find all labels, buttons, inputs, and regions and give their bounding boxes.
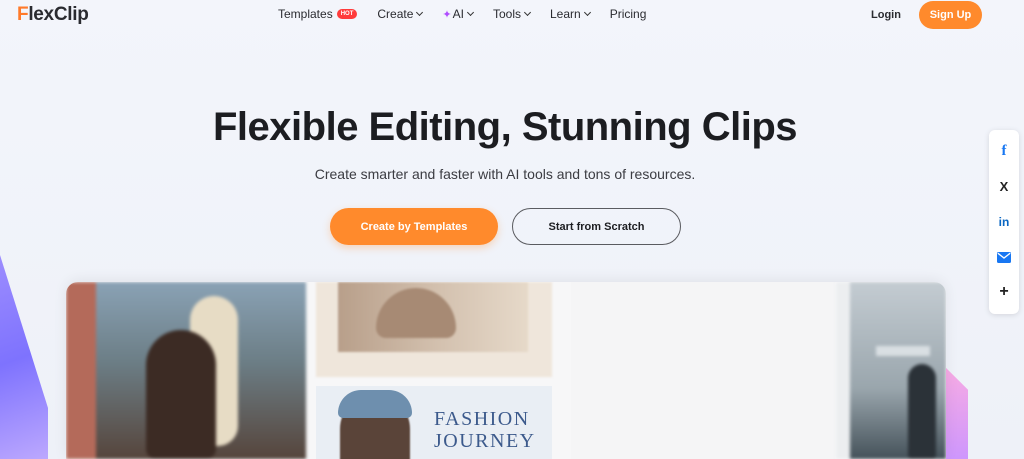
decorative-shard-left [0,255,48,459]
nav-ai[interactable]: ✦ AI [442,7,475,21]
collage-tile-street [836,282,946,459]
linkedin-icon[interactable]: in [994,212,1014,232]
social-share-bar: f X in + [989,130,1019,314]
nav-tools-label: Tools [492,7,521,21]
nav-learn[interactable]: Learn [549,7,591,21]
collage-tile-portrait [316,282,552,377]
hot-badge: HOT [336,9,358,19]
hat-shape [338,390,412,418]
signup-button[interactable]: Sign Up [919,1,982,29]
facebook-glyph: f [1001,143,1007,160]
x-icon[interactable]: X [994,177,1014,197]
logo-text: lexClip [28,4,89,25]
nav-templates[interactable]: Templates HOT [278,7,358,21]
login-link[interactable]: Login [871,9,901,21]
mail-icon[interactable] [994,247,1014,267]
tile-edge [66,282,96,459]
collage-tile-blank [571,282,835,459]
tile-edge [836,282,850,459]
collage-tile-surfer [66,282,306,459]
x-glyph: X [999,179,1009,195]
plus-icon[interactable]: + [994,282,1014,302]
linkedin-glyph: in [998,214,1010,229]
nav-create[interactable]: Create [377,7,424,21]
nav-pricing[interactable]: Pricing [610,7,647,21]
chevron-down-icon [466,8,475,17]
hero-subtitle: Create smarter and faster with AI tools … [314,166,696,182]
sparkle-icon: ✦ [442,8,452,21]
fashion-line-1: FASHION [434,408,530,430]
create-by-templates-button[interactable]: Create by Templates [330,208,498,245]
fashion-journey-text: FASHION JOURNEY [434,408,536,452]
fashion-line-2: JOURNEY [434,430,536,452]
person-shape [146,330,216,459]
facebook-icon[interactable]: f [994,142,1014,162]
template-collage-preview: FASHION JOURNEY [66,282,946,459]
nav-create-label: Create [377,7,414,21]
flexclip-logo[interactable]: FlexClip [17,4,89,26]
collage-tile-fashion: FASHION JOURNEY [316,386,552,459]
plus-glyph: + [999,283,1009,301]
chevron-down-icon [523,8,532,17]
nav-pricing-label: Pricing [609,7,647,21]
nav-tools[interactable]: Tools [492,7,532,21]
hero-title: Flexible Editing, Stunning Clips [213,105,798,149]
chevron-down-icon [416,8,424,17]
nav-learn-label: Learn [549,7,581,21]
main-nav: Templates HOT Create ✦ AI Tools Learn Pr… [278,7,666,21]
logo-mark: F [17,4,29,25]
start-from-scratch-button[interactable]: Start from Scratch [512,208,681,245]
top-header: FlexClip Templates HOT Create ✦ AI Tools… [0,0,1024,30]
chevron-down-icon [583,8,591,17]
walker-shape [908,364,936,459]
bench-shape [876,346,930,356]
nav-templates-label: Templates [278,7,333,21]
mail-glyph [997,251,1011,263]
nav-ai-label: AI [452,7,464,21]
